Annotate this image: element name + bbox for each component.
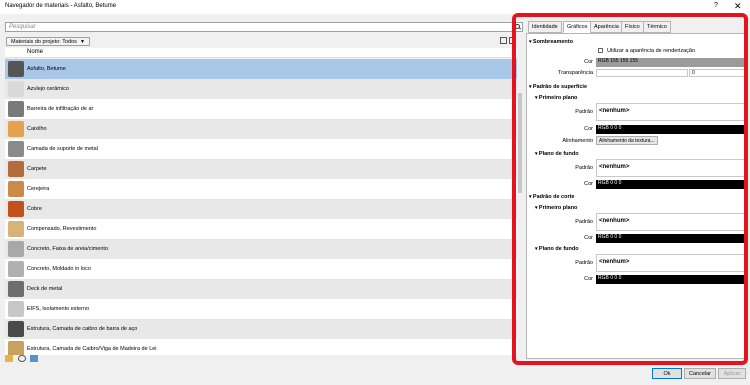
- material-name: Estrutura, Camada de Caibro/Viga de Made…: [27, 346, 157, 352]
- project-materials-filter[interactable]: Materiais do projeto: Todos ▼: [6, 37, 90, 46]
- column-name[interactable]: Nome: [27, 49, 43, 55]
- list-item[interactable]: Concreto, Faixa de areia/cimento: [5, 239, 517, 259]
- material-name: Estrutura, Camada de caibro de barra de …: [27, 326, 138, 332]
- material-thumbnail-icon: [8, 81, 24, 97]
- material-name: Cerejeira: [27, 186, 50, 192]
- material-name: Asfalto, Betume: [27, 66, 66, 72]
- material-thumbnail-icon: [8, 321, 24, 337]
- material-thumbnail-icon: [8, 141, 24, 157]
- list-item[interactable]: Cerejeira: [5, 179, 517, 199]
- material-thumbnail-icon: [8, 61, 24, 77]
- material-name: Concreto, Moldado in loco: [27, 266, 91, 272]
- material-thumbnail-icon: [8, 301, 24, 317]
- material-name: Carpete: [27, 166, 47, 172]
- material-thumbnail-icon: [8, 221, 24, 237]
- search-placeholder: Pesquisar: [9, 24, 36, 30]
- material-thumbnail-icon: [8, 281, 24, 297]
- list-view-icon[interactable]: [500, 37, 507, 44]
- material-thumbnail-icon: [8, 241, 24, 257]
- material-list: Asfalto, Betume Azulejo cerâmico Barreira …: [5, 59, 517, 355]
- search-input[interactable]: Pesquisar: [5, 22, 523, 32]
- material-thumbnail-icon: [8, 181, 24, 197]
- list-item[interactable]: EIFS, Isolamento externo: [5, 299, 517, 319]
- chevron-down-icon: ▼: [79, 39, 85, 45]
- list-item[interactable]: Caixilho: [5, 119, 517, 139]
- list-item[interactable]: Concreto, Moldado in loco: [5, 259, 517, 279]
- list-item[interactable]: Camada de suporte de metal: [5, 139, 517, 159]
- dialog-footer: Ok Cancelar Aplicar: [0, 365, 750, 385]
- list-item[interactable]: Compensado, Revestimento: [5, 219, 517, 239]
- material-thumbnail-icon: [8, 121, 24, 137]
- cancel-button[interactable]: Cancelar: [684, 368, 716, 379]
- asset-browser-icon[interactable]: [30, 355, 39, 362]
- library-toolbar: [5, 355, 523, 365]
- apply-button[interactable]: Aplicar: [718, 368, 746, 379]
- list-item[interactable]: Cobre: [5, 199, 517, 219]
- material-thumbnail-icon: [8, 341, 24, 355]
- material-browser-window: Navegador de materiais - Asfalto, Betume…: [0, 0, 750, 385]
- window-title: Navegador de materiais - Asfalto, Betume: [5, 3, 117, 9]
- material-name: Cobre: [27, 206, 42, 212]
- ok-button[interactable]: Ok: [652, 368, 682, 379]
- list-item[interactable]: Carpete: [5, 159, 517, 179]
- list-item[interactable]: Asfalto, Betume: [5, 59, 517, 79]
- list-item[interactable]: Azulejo cerâmico: [5, 79, 517, 99]
- filter-bar: Materiais do projeto: Todos ▼: [5, 36, 523, 47]
- list-item[interactable]: Estrutura, Camada de caibro de barra de …: [5, 319, 517, 339]
- material-name: Caixilho: [27, 126, 47, 132]
- close-button[interactable]: ✕: [734, 1, 742, 12]
- filter-label: Materiais do projeto: Todos: [11, 39, 77, 45]
- material-name: Barreira de infiltração de ar: [27, 106, 94, 112]
- list-header[interactable]: Nome: [5, 48, 517, 58]
- material-name: Compensado, Revestimento: [27, 226, 97, 232]
- material-thumbnail-icon: [8, 201, 24, 217]
- open-library-icon[interactable]: [5, 355, 13, 362]
- material-thumbnail-icon: [8, 261, 24, 277]
- material-name: Azulejo cerâmico: [27, 86, 69, 92]
- list-item[interactable]: Barreira de infiltração de ar: [5, 99, 517, 119]
- material-thumbnail-icon: [8, 101, 24, 117]
- material-thumbnail-icon: [8, 161, 24, 177]
- create-material-icon[interactable]: [17, 355, 26, 362]
- list-item[interactable]: Estrutura, Camada de Caibro/Viga de Made…: [5, 339, 517, 355]
- material-name: Deck de metal: [27, 286, 63, 292]
- highlight-frame: [512, 13, 748, 365]
- help-button[interactable]: ?: [714, 2, 718, 9]
- list-item[interactable]: Deck de metal: [5, 279, 517, 299]
- material-name: Concreto, Faixa de areia/cimento: [27, 246, 109, 252]
- material-name: Camada de suporte de metal: [27, 146, 98, 152]
- material-name: EIFS, Isolamento externo: [27, 306, 90, 312]
- title-bar: Navegador de materiais - Asfalto, Betume…: [0, 0, 750, 14]
